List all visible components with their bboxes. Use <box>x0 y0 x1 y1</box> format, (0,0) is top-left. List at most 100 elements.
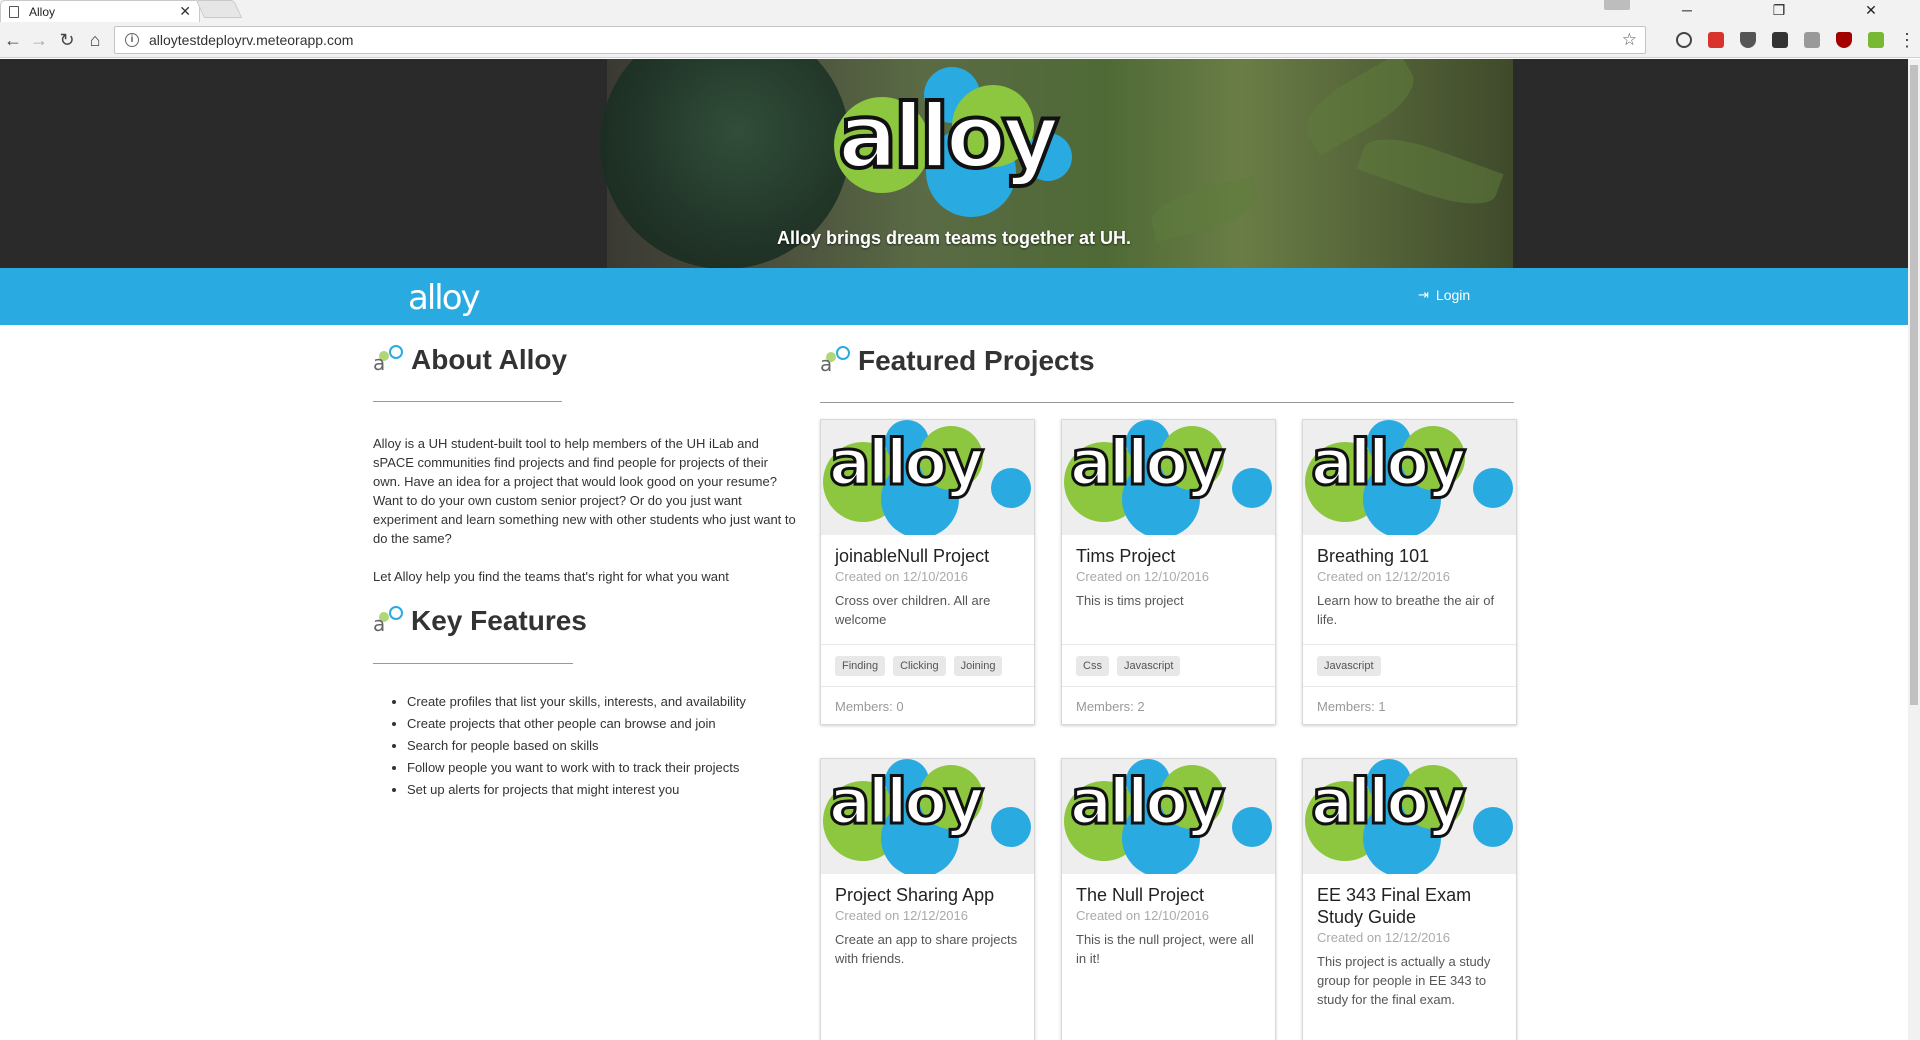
project-card[interactable]: alloy joinableNull Project Created on 12… <box>820 419 1035 725</box>
alloy-logo-image: alloy <box>1303 420 1516 535</box>
alloy-mini-logo-icon: a <box>820 346 852 376</box>
alloy-logo-image: alloy <box>1062 420 1275 535</box>
project-card[interactable]: alloy Project Sharing App Created on 12/… <box>820 758 1035 1040</box>
project-created-date: Created on 12/12/2016 <box>1317 569 1450 584</box>
feature-item: Set up alerts for projects that might in… <box>407 779 807 801</box>
project-members: Members: 1 <box>1303 686 1516 724</box>
project-title[interactable]: The Null Project <box>1076 884 1261 906</box>
home-button[interactable]: ⌂ <box>84 29 106 51</box>
skill-tag[interactable]: Javascript <box>1116 656 1181 676</box>
project-description: This is the null project, were all in it… <box>1076 932 1254 966</box>
project-card-image: alloy <box>1062 420 1275 535</box>
alloy-logo-image: alloy <box>821 420 1034 535</box>
project-card[interactable]: alloy EE 343 Final Exam Study Guide Crea… <box>1302 758 1517 1040</box>
project-tags: Css Javascript <box>1062 644 1275 686</box>
project-card[interactable]: alloy Tims Project Created on 12/10/2016… <box>1061 419 1276 725</box>
alloy-mini-logo-icon: a <box>373 345 405 375</box>
skill-tag[interactable]: Clicking <box>893 656 946 676</box>
project-tags: Javascript <box>1303 644 1516 686</box>
project-title[interactable]: joinableNull Project <box>835 545 1020 567</box>
page: alloy Alloy brings dream teams together … <box>0 59 1908 1040</box>
alloy-mini-logo-icon: a <box>373 606 405 636</box>
about-paragraph: Alloy is a UH student-built tool to help… <box>373 436 796 546</box>
about-divider <box>373 401 562 402</box>
feature-item: Follow people you want to work with to t… <box>407 757 807 779</box>
project-title[interactable]: Project Sharing App <box>835 884 1020 906</box>
project-title[interactable]: Tims Project <box>1076 545 1261 567</box>
login-link[interactable]: ⇥ Login <box>1418 287 1470 303</box>
extension-pocket-icon[interactable] <box>1740 32 1756 48</box>
hero-banner: alloy Alloy brings dream teams together … <box>0 59 1908 268</box>
extension-reader-icon[interactable] <box>1804 32 1820 48</box>
project-description: Create an app to share projects with fri… <box>835 932 1018 966</box>
extension-ublock-icon[interactable] <box>1836 32 1852 48</box>
new-tab-button[interactable] <box>195 0 243 18</box>
skill-tag[interactable]: Joining <box>953 656 1003 676</box>
project-tags: Finding Clicking Joining <box>821 644 1034 686</box>
extension-1password-icon[interactable] <box>1676 32 1692 48</box>
navbar-brand[interactable]: alloy <box>408 278 481 318</box>
about-paragraph: Let Alloy help you find the teams that's… <box>373 569 729 584</box>
featured-heading-row: a Featured Projects <box>820 345 1095 377</box>
project-card[interactable]: alloy Breathing 101 Created on 12/12/201… <box>1302 419 1517 725</box>
project-description: Learn how to breathe the air of life. <box>1317 593 1495 627</box>
project-description: Cross over children. All are welcome <box>835 593 991 627</box>
back-button[interactable]: ← <box>2 29 24 51</box>
featured-divider <box>820 402 1514 403</box>
card-logo-text: alloy <box>1309 425 1467 501</box>
alloy-logo-image: alloy <box>1062 759 1275 874</box>
project-card-image: alloy <box>821 420 1034 535</box>
restore-button[interactable]: ❐ <box>1756 0 1802 22</box>
card-logo-text: alloy <box>1309 764 1467 840</box>
tab-close-icon[interactable]: ✕ <box>179 3 191 20</box>
about-heading: About Alloy <box>411 344 568 375</box>
features-heading-row: a Key Features <box>373 605 587 637</box>
extension-lastpass-icon[interactable] <box>1708 32 1724 48</box>
project-created-date: Created on 12/12/2016 <box>835 908 968 923</box>
project-card-image: alloy <box>1062 759 1275 874</box>
page-scrollbar[interactable] <box>1908 59 1920 1040</box>
skill-tag[interactable]: Javascript <box>1317 656 1381 676</box>
featured-heading: Featured Projects <box>858 345 1095 376</box>
login-icon: ⇥ <box>1418 287 1429 302</box>
features-heading: Key Features <box>411 605 587 636</box>
bookmark-star-icon[interactable]: ☆ <box>1622 30 1637 50</box>
project-card[interactable]: alloy The Null Project Created on 12/10/… <box>1061 758 1276 1040</box>
features-list: Create profiles that list your skills, i… <box>407 691 807 801</box>
extension-buffer-icon[interactable] <box>1772 32 1788 48</box>
hero-logo: alloy <box>826 67 1076 217</box>
hero-logo-text: alloy <box>836 83 1062 190</box>
tab-title: Alloy <box>29 4 56 19</box>
about-heading-row: a About Alloy <box>373 344 567 376</box>
browser-tab[interactable]: Alloy ✕ <box>0 0 200 22</box>
browser-menu-icon[interactable]: ⋮ <box>1896 29 1918 51</box>
project-created-date: Created on 12/10/2016 <box>835 569 968 584</box>
feature-item: Create projects that other people can br… <box>407 713 807 735</box>
close-window-button[interactable]: ✕ <box>1848 0 1894 22</box>
browser-toolbar: ← → ↻ ⌂ i alloytestdeployrv.meteorapp.co… <box>0 22 1920 58</box>
address-bar[interactable]: i alloytestdeployrv.meteorapp.com ☆ <box>114 26 1646 54</box>
card-logo-text: alloy <box>827 425 985 501</box>
alloy-logo-image: alloy <box>1303 759 1516 874</box>
navbar: alloy ⇥ Login <box>0 268 1908 325</box>
skill-tag[interactable]: Finding <box>835 656 886 676</box>
project-members: Members: 0 <box>821 686 1034 724</box>
project-created-date: Created on 12/10/2016 <box>1076 908 1209 923</box>
extension-dropper-icon[interactable] <box>1868 32 1884 48</box>
url-text[interactable]: alloytestdeployrv.meteorapp.com <box>149 32 353 48</box>
project-title[interactable]: EE 343 Final Exam Study Guide <box>1317 884 1502 928</box>
login-label: Login <box>1435 287 1471 303</box>
feature-item: Search for people based on skills <box>407 735 807 757</box>
info-icon[interactable]: i <box>125 33 139 47</box>
profile-badge[interactable] <box>1604 0 1630 10</box>
scrollbar-thumb[interactable] <box>1910 65 1918 705</box>
project-created-date: Created on 12/12/2016 <box>1317 930 1450 945</box>
project-title[interactable]: Breathing 101 <box>1317 545 1502 567</box>
skill-tag[interactable]: Css <box>1076 656 1109 676</box>
minimize-button[interactable]: ─ <box>1664 0 1710 22</box>
alloy-logo-image: alloy <box>821 759 1034 874</box>
project-members: Members: 2 <box>1062 686 1275 724</box>
reload-button[interactable]: ↻ <box>56 29 78 51</box>
project-description: This is tims project <box>1076 593 1184 608</box>
forward-button[interactable]: → <box>28 29 50 51</box>
